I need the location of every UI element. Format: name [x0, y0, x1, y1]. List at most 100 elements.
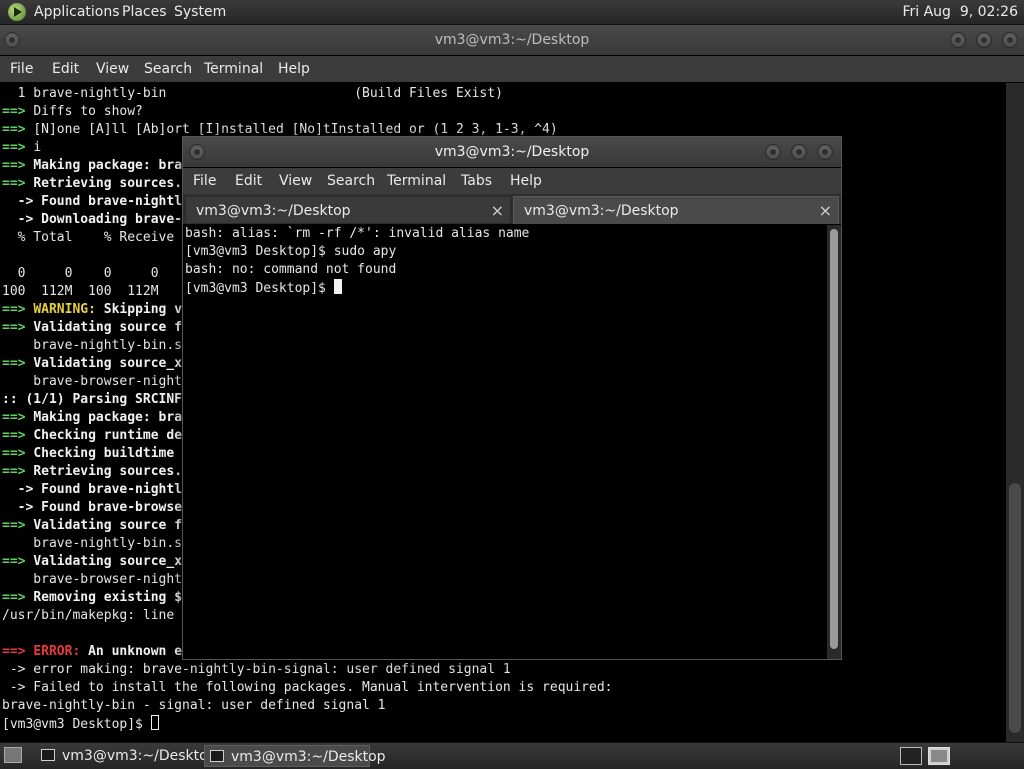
terminal-text: Found brave-nightl — [41, 194, 183, 209]
taskbar-item-label: vm3@vm3:~/Desktop — [231, 749, 386, 765]
minimize-icon[interactable] — [765, 144, 781, 160]
terminal-icon — [41, 749, 55, 761]
window-title: vm3@vm3:~/Desktop — [434, 32, 590, 48]
terminal-text: brave-nightly-bin.s — [2, 536, 183, 551]
taskbar-item-label: vm3@vm3:~/Desktop — [62, 748, 217, 764]
terminal-text: Removing existing $ — [33, 590, 183, 605]
window-titlebar[interactable]: vm3@vm3:~/Desktop — [0, 25, 1024, 55]
tab-close-icon[interactable]: × — [819, 197, 832, 225]
terminal-text: Validating source f — [33, 320, 183, 335]
terminal-text: Validating source_x — [33, 554, 183, 569]
window-menu-icon[interactable] — [4, 32, 20, 48]
scrollbar[interactable] — [1006, 83, 1024, 742]
terminal-text: ==> — [2, 518, 34, 533]
clock[interactable]: Fri Aug 9, 02:26 — [902, 0, 1018, 24]
terminal-line: 1 brave-nightly-bin (Build Files Exist) — [2, 85, 1006, 103]
menu-help[interactable]: Help — [510, 168, 542, 194]
terminal-text: ==> — [2, 446, 34, 461]
taskbar-item[interactable]: vm3@vm3:~/Desktop — [36, 745, 217, 767]
close-icon[interactable] — [1002, 32, 1018, 48]
terminal-text: -> — [2, 482, 42, 497]
menu-search[interactable]: Search — [144, 56, 192, 82]
scrollbar[interactable] — [827, 225, 841, 659]
terminal-text: ==> — [2, 104, 34, 119]
menu-places[interactable]: Places — [122, 0, 167, 24]
menu-edit[interactable]: Edit — [52, 56, 79, 82]
taskbar-item-active[interactable]: vm3@vm3:~/Desktop — [204, 745, 386, 767]
terminal-text: ==> — [2, 320, 34, 335]
terminal-text: -> error making: brave-nightly-bin-signa… — [2, 662, 511, 677]
terminal-text: 1 brave-nightly-bin (Build Files Exist) — [2, 86, 503, 101]
terminal-text: ==> — [2, 590, 34, 605]
terminal-text: 0 0 0 0 — [2, 266, 159, 281]
terminal-line: -> error making: brave-nightly-bin-signa… — [2, 661, 1006, 679]
terminal-window-front[interactable]: vm3@vm3:~/Desktop File Edit View Search … — [182, 136, 842, 660]
tab-label: vm3@vm3:~/Desktop — [524, 203, 679, 219]
tab-2[interactable]: vm3@vm3:~/Desktop × — [513, 196, 839, 224]
tab-1[interactable]: vm3@vm3:~/Desktop × — [185, 196, 511, 224]
scrollbar-thumb[interactable] — [830, 229, 838, 649]
terminal-text: ==> — [2, 302, 34, 317]
bottom-panel: vm3@vm3:~/Desktop vm3@vm3:~/Desktop — [0, 742, 1024, 769]
terminal-text: -> — [2, 500, 42, 515]
terminal-text: /usr/bin/makepkg: line — [2, 608, 175, 623]
menu-file[interactable]: File — [193, 168, 216, 194]
maximize-icon[interactable] — [791, 144, 807, 160]
applications-logo-icon[interactable] — [8, 3, 26, 21]
terminal-text: bash: no: command not found — [185, 262, 397, 277]
minimize-icon[interactable] — [950, 32, 966, 48]
menu-tabs[interactable]: Tabs — [461, 168, 492, 194]
menu-edit[interactable]: Edit — [235, 168, 262, 194]
cursor — [150, 715, 159, 730]
terminal-text: [vm3@vm3 Desktop]$ sudo apy — [185, 244, 397, 259]
terminal-text: Found brave-nightl — [41, 482, 183, 497]
terminal-text: ==> — [2, 356, 34, 371]
window-menu-icon[interactable] — [189, 144, 205, 160]
menubar: File Edit View Search Terminal Tabs Help — [183, 168, 841, 194]
close-icon[interactable] — [817, 144, 833, 160]
tab-close-icon[interactable]: × — [491, 197, 504, 225]
workspace-1[interactable] — [900, 747, 922, 765]
terminal-text: :: (1/1) Parsing SRCINF — [2, 392, 183, 407]
terminal-line: [vm3@vm3 Desktop]$ — [2, 715, 1006, 733]
workspace-2[interactable] — [928, 747, 950, 765]
menu-view[interactable]: View — [279, 168, 312, 194]
terminal-line: bash: alias: `rm -rf /*': invalid alias … — [185, 225, 825, 243]
menu-view[interactable]: View — [96, 56, 129, 82]
show-desktop-icon[interactable] — [4, 747, 22, 763]
terminal-text: Diffs to show? — [33, 104, 143, 119]
terminal-text: ==> — [2, 122, 34, 137]
menu-applications[interactable]: Applications — [34, 0, 120, 24]
menu-system[interactable]: System — [174, 0, 226, 24]
terminal-output[interactable]: bash: alias: `rm -rf /*': invalid alias … — [185, 225, 825, 657]
maximize-icon[interactable] — [976, 32, 992, 48]
window-titlebar[interactable]: vm3@vm3:~/Desktop — [183, 137, 841, 167]
menu-terminal[interactable]: Terminal — [204, 56, 263, 82]
terminal-text: 100 112M 100 112M — [2, 284, 159, 299]
terminal-text: Validating source f — [33, 518, 183, 533]
scrollbar-thumb[interactable] — [1009, 483, 1021, 733]
menubar: File Edit View Search Terminal Help — [0, 56, 1024, 82]
terminal-text: Checking runtime de — [33, 428, 183, 443]
terminal-text: Retrieving sources. — [33, 464, 183, 479]
terminal-text: ==> — [2, 554, 34, 569]
terminal-text: [vm3@vm3 Desktop]$ — [185, 281, 334, 296]
terminal-text: WARNING: — [33, 302, 96, 317]
terminal-text: ==> — [2, 140, 34, 155]
terminal-line: bash: no: command not found — [185, 261, 825, 279]
terminal-line: [vm3@vm3 Desktop]$ sudo apy — [185, 243, 825, 261]
top-panel: Applications Places System Fri Aug 9, 02… — [0, 0, 1024, 25]
terminal-line: -> Failed to install the following packa… — [2, 679, 1006, 697]
terminal-text: Skipping v — [95, 302, 183, 317]
terminal-line: ==> Diffs to show? — [2, 103, 1006, 121]
terminal-text: Making package: bra — [33, 410, 183, 425]
menu-terminal[interactable]: Terminal — [387, 168, 446, 194]
menu-help[interactable]: Help — [278, 56, 310, 82]
tab-label: vm3@vm3:~/Desktop — [196, 203, 351, 219]
menu-file[interactable]: File — [10, 56, 33, 82]
terminal-text: Retrieving sources. — [33, 176, 183, 191]
terminal-text: ==> — [2, 158, 34, 173]
terminal-text: ==> — [2, 176, 34, 191]
cursor — [333, 279, 342, 294]
menu-search[interactable]: Search — [327, 168, 375, 194]
